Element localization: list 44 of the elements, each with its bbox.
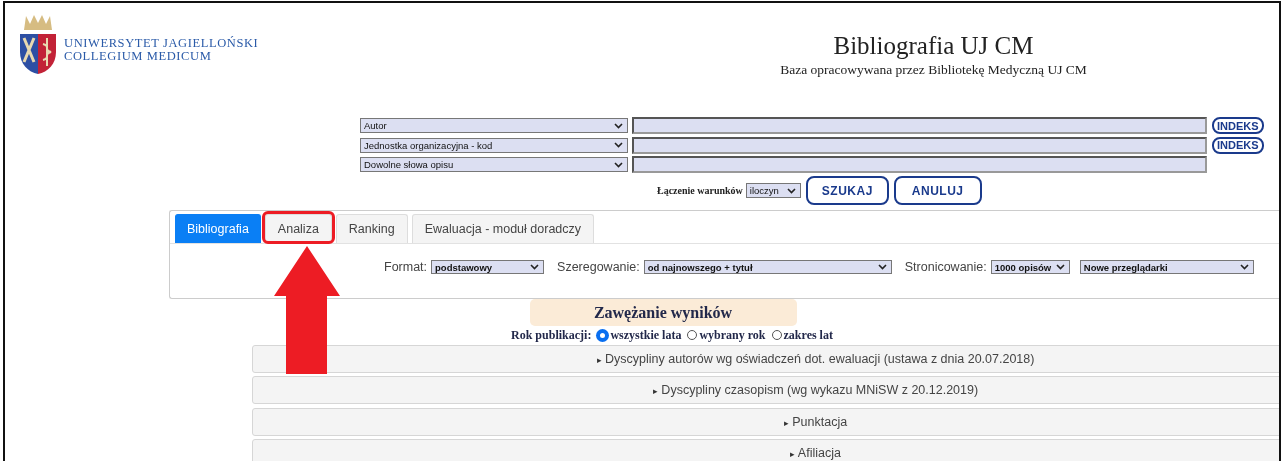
accordion-header[interactable]: ▸ Afiliacja xyxy=(252,439,1279,461)
chevron-down-icon xyxy=(614,161,623,168)
chevron-down-icon xyxy=(1239,264,1249,270)
option-label: Stronicowanie: xyxy=(904,260,987,274)
year-label: Rok publikacji: xyxy=(511,327,592,343)
option-dropdown[interactable]: od najnowszego + tytuł xyxy=(643,260,892,274)
year-radio[interactable]: wybrany rok xyxy=(687,327,766,343)
arrow-up-icon xyxy=(273,245,340,374)
field-dropdown[interactable]: Autor xyxy=(360,118,628,134)
accordion-header[interactable]: ▸ Dyscypliny czasopism (wg wykazu MNiSW z 20.12.2019) xyxy=(252,376,1279,404)
action-button[interactable]: ANULUJ xyxy=(893,176,982,205)
field-dropdown[interactable]: Jednostka organizacyjna - kod xyxy=(360,137,628,153)
page-title: Bibliografia UJ CM xyxy=(832,32,1035,60)
year-radio[interactable]: wszystkie lata xyxy=(597,327,682,343)
chevron-down-icon xyxy=(614,142,623,149)
chevron-down-icon xyxy=(614,122,623,129)
option-label: Szeregowanie: xyxy=(557,260,640,274)
option-label: Format: xyxy=(384,260,428,274)
search-input[interactable] xyxy=(632,156,1207,174)
chevron-down-icon xyxy=(1055,264,1065,270)
search-input[interactable] xyxy=(632,117,1207,135)
search-input[interactable] xyxy=(632,136,1207,154)
chevron-down-icon xyxy=(877,264,887,270)
chevron-down-icon xyxy=(530,264,540,270)
year-radio[interactable]: zakres lat xyxy=(771,327,833,343)
index-button[interactable]: INDEKS xyxy=(1212,136,1264,154)
accordion-header[interactable]: ▸ Dyscypliny autorów wg oświadczeń dot. ewaluacji (ustawa z dnia 20.07.2018) xyxy=(252,344,1279,373)
tab[interactable]: Ewaluacja - moduł doradczy xyxy=(411,213,595,243)
page-subtitle: Baza opracowywana przez Bibliotekę Medyczną UJ CM xyxy=(779,62,1088,78)
tab[interactable]: Bibliografia xyxy=(175,213,261,243)
chevron-down-icon xyxy=(786,187,796,194)
option-dropdown[interactable]: 1000 opisów xyxy=(990,260,1070,274)
index-button[interactable]: INDEKS xyxy=(1212,117,1264,135)
option-dropdown[interactable]: podstawowy xyxy=(431,260,545,274)
accordion-header[interactable]: ▸ Punktacja xyxy=(252,407,1279,436)
university-name: UNIWERSYTET JAGIELLOŃSKI xyxy=(64,37,259,50)
university-name: COLLEGIUM MEDICUM xyxy=(64,50,213,63)
option-dropdown[interactable]: Nowe przeglądarki xyxy=(1079,260,1254,274)
section-heading: Zawężanie wyników xyxy=(529,298,797,326)
combine-dropdown[interactable]: iloczyn xyxy=(745,183,801,198)
combine-label: Łączenie warunków xyxy=(657,185,743,196)
field-dropdown[interactable]: Dowolne słowa opisu xyxy=(360,157,628,173)
tab[interactable]: Ranking xyxy=(335,213,408,243)
action-button[interactable]: SZUKAJ xyxy=(805,176,889,205)
